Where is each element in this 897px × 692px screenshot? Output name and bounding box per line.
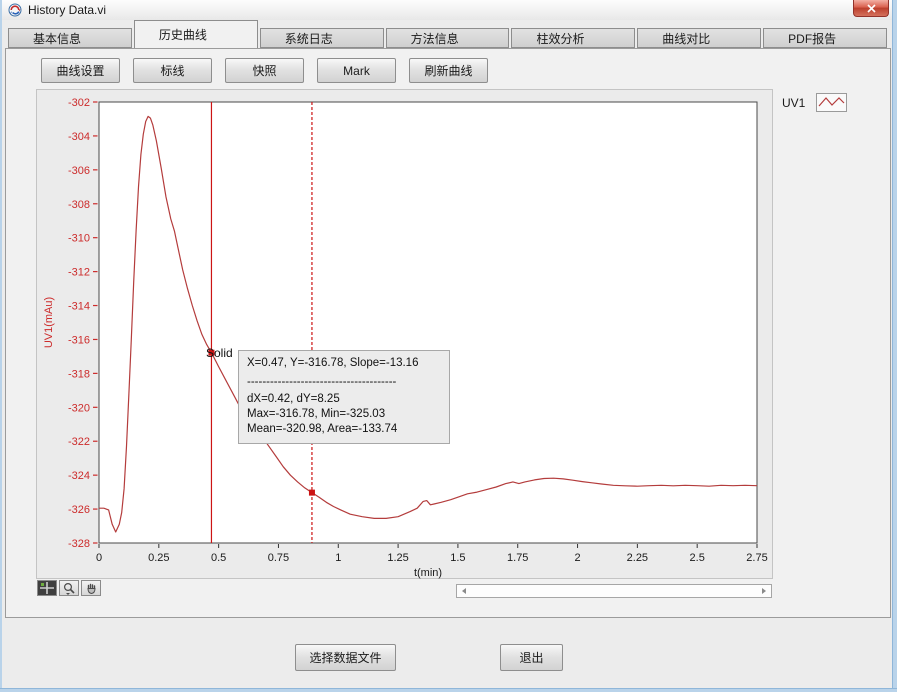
- svg-text:2.5: 2.5: [690, 552, 705, 564]
- cursor-move-tool-button[interactable]: [37, 580, 57, 596]
- crosshair-icon: [40, 582, 54, 594]
- tooltip-line-delta: dX=0.42, dY=8.25: [247, 392, 441, 407]
- svg-text:-328: -328: [68, 538, 90, 550]
- select-data-file-button[interactable]: 选择数据文件: [295, 644, 396, 671]
- chart-canvas: -302 -304 -306 -308 -310 -312 -314 -316 -318 -320…: [37, 90, 774, 580]
- curve-settings-button[interactable]: 曲线设置: [41, 58, 120, 83]
- scroll-right-button[interactable]: [757, 585, 771, 597]
- svg-text:2: 2: [574, 552, 580, 564]
- svg-text:-320: -320: [68, 402, 90, 414]
- window-title: History Data.vi: [28, 3, 106, 17]
- arrow-right-icon: [762, 588, 766, 594]
- tab-history-curve[interactable]: 历史曲线: [134, 20, 258, 48]
- svg-text:-308: -308: [68, 199, 90, 211]
- svg-text:t(min): t(min): [414, 567, 442, 579]
- legend-series-label: UV1: [782, 96, 805, 110]
- svg-text:0.25: 0.25: [148, 552, 169, 564]
- magnifier-icon: [62, 582, 76, 595]
- tab-method-info[interactable]: 方法信息: [386, 28, 510, 48]
- tooltip-line-maxmin: Max=-316.78, Min=-325.03: [247, 407, 441, 422]
- svg-text:-316: -316: [68, 334, 90, 346]
- close-icon: [867, 4, 876, 13]
- tooltip-line-meanarea: Mean=-320.98, Area=-133.74: [247, 422, 441, 437]
- window-border-bottom: [0, 688, 897, 692]
- hand-icon: [85, 582, 98, 595]
- waveform-sample-icon: [817, 94, 846, 111]
- svg-text:-324: -324: [68, 470, 90, 482]
- svg-text:-302: -302: [68, 97, 90, 109]
- svg-text:UV1(mAu): UV1(mAu): [43, 297, 55, 348]
- tab-basic-info[interactable]: 基本信息: [8, 28, 132, 48]
- svg-text:-326: -326: [68, 504, 90, 516]
- zoom-tool-button[interactable]: [59, 580, 79, 596]
- waveform-graph[interactable]: -302 -304 -306 -308 -310 -312 -314 -316 -318 -320…: [36, 89, 773, 579]
- svg-text:-318: -318: [68, 368, 90, 380]
- svg-text:-314: -314: [68, 301, 90, 313]
- window-border-right: [892, 0, 897, 692]
- svg-text:-304: -304: [68, 131, 90, 143]
- svg-text:1.25: 1.25: [387, 552, 408, 564]
- svg-text:2.75: 2.75: [746, 552, 767, 564]
- pan-tool-button[interactable]: [81, 580, 101, 596]
- title-bar: History Data.vi: [0, 0, 897, 20]
- plot-legend[interactable]: UV1: [782, 93, 847, 112]
- svg-text:1.75: 1.75: [507, 552, 528, 564]
- app-window: History Data.vi 基本信息 历史曲线 系统日志 方法信息 柱效分析…: [0, 0, 897, 692]
- tab-strip: 基本信息 历史曲线 系统日志 方法信息 柱效分析 曲线对比 PDF报告: [8, 20, 889, 48]
- mark-button[interactable]: Mark: [317, 58, 396, 83]
- arrow-left-icon: [462, 588, 466, 594]
- svg-text:2.25: 2.25: [627, 552, 648, 564]
- tab-curve-compare[interactable]: 曲线对比: [637, 28, 761, 48]
- svg-text:1.5: 1.5: [450, 552, 465, 564]
- svg-text:-322: -322: [68, 436, 90, 448]
- svg-text:0.5: 0.5: [211, 552, 226, 564]
- legend-line-sample[interactable]: [816, 93, 847, 112]
- svg-text:-306: -306: [68, 165, 90, 177]
- chart-horizontal-scrollbar[interactable]: [456, 584, 772, 598]
- graph-palette: [37, 580, 103, 596]
- chart-toolbar: 曲线设置 标线 快照 Mark 刷新曲线: [41, 58, 488, 83]
- tab-pdf-report[interactable]: PDF报告: [763, 28, 887, 48]
- window-border-left: [0, 0, 2, 692]
- svg-text:-312: -312: [68, 267, 90, 279]
- marker-line-button[interactable]: 标线: [133, 58, 212, 83]
- svg-text:0.75: 0.75: [268, 552, 289, 564]
- tab-system-log[interactable]: 系统日志: [260, 28, 384, 48]
- refresh-curve-button[interactable]: 刷新曲线: [409, 58, 488, 83]
- labview-vi-icon: [8, 3, 22, 17]
- tooltip-separator: ---------------------------------------: [247, 375, 441, 390]
- svg-text:-310: -310: [68, 233, 90, 245]
- tab-column-efficiency[interactable]: 柱效分析: [511, 28, 635, 48]
- exit-button[interactable]: 退出: [500, 644, 563, 671]
- svg-text:0: 0: [96, 552, 102, 564]
- scroll-left-button[interactable]: [457, 585, 471, 597]
- snapshot-button[interactable]: 快照: [225, 58, 304, 83]
- svg-text:1: 1: [335, 552, 341, 564]
- tooltip-line-position: X=0.47, Y=-316.78, Slope=-13.16: [247, 356, 441, 371]
- cursor-stats-tooltip: X=0.47, Y=-316.78, Slope=-13.16 --------…: [238, 350, 450, 444]
- cursor-name-label: Solid: [206, 346, 233, 360]
- close-button[interactable]: [853, 0, 889, 17]
- tab-content-panel: 曲线设置 标线 快照 Mark 刷新曲线 -302 -304 -306 -308 -31…: [5, 48, 891, 618]
